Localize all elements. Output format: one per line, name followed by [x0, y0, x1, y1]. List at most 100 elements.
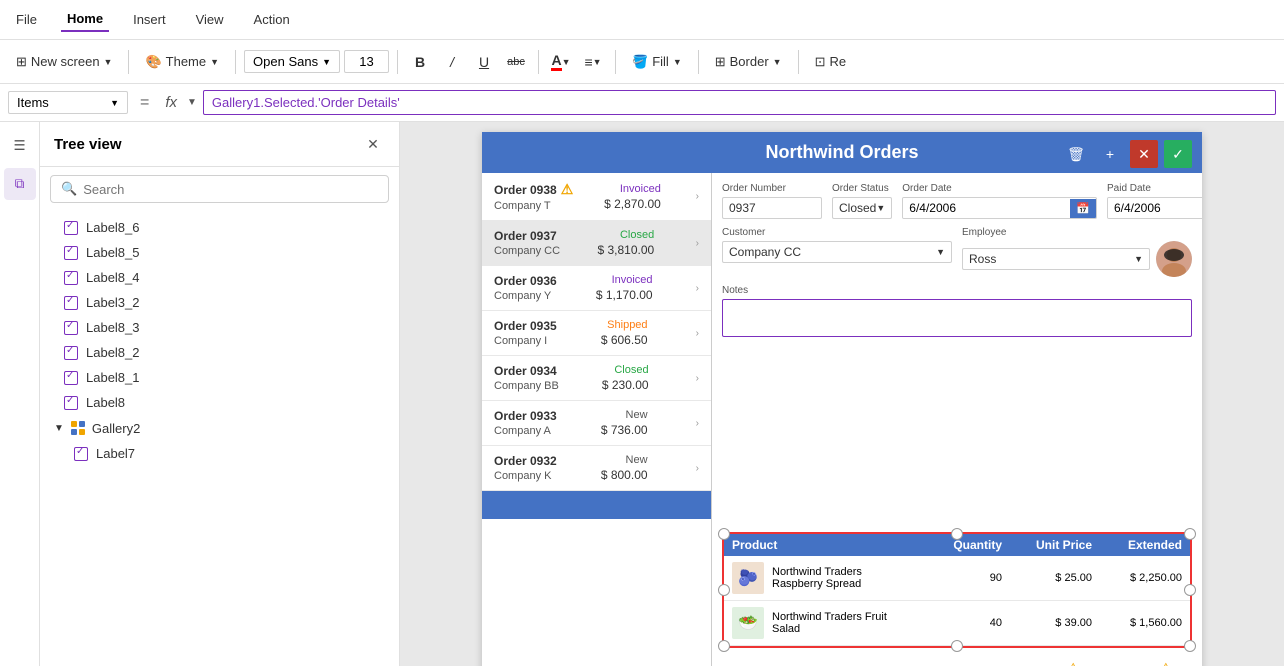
fx-chevron: ▼ [187, 97, 197, 108]
search-input[interactable] [83, 182, 378, 197]
fill-button[interactable]: 🪣 Fill ▼ [624, 50, 690, 74]
paid-date-input[interactable]: 📅 [1107, 197, 1202, 219]
list-item-0936[interactable]: Order 0936 Company Y Invoiced $ 1,170.00… [482, 266, 711, 311]
order-date-input[interactable]: 📅 [902, 197, 1097, 219]
notes-label: Notes [722, 285, 1192, 296]
list-chevron-0935: › [696, 328, 699, 339]
warning-icon-total: ⚠ [1159, 660, 1172, 666]
font-size-input[interactable] [344, 50, 389, 73]
font-color-chevron: ▼ [562, 57, 571, 67]
menu-action[interactable]: Action [248, 8, 296, 31]
label8-3-text: Label8_3 [86, 320, 140, 335]
align-button[interactable]: ≡ ▼ [579, 48, 607, 76]
resize-handle-bl[interactable] [718, 640, 730, 652]
new-screen-button[interactable]: ⊞ New screen ▼ [8, 50, 120, 74]
theme-button[interactable]: 🎨 Theme ▼ [137, 50, 227, 74]
list-amount-0935: $ 606.50 [601, 333, 648, 347]
notes-textarea[interactable] [722, 299, 1192, 337]
italic-button[interactable]: / [438, 48, 466, 76]
sidebar-icons: ☰ ⧉ [0, 122, 40, 666]
resize-handle-br[interactable] [1184, 640, 1196, 652]
app-preview: Northwind Orders 🗑 + ✕ ✓ O [482, 132, 1202, 666]
reorder-label: Re [830, 54, 847, 69]
bold-button[interactable]: B [406, 48, 434, 76]
label8-3-icon [64, 321, 78, 335]
order-product-1: 🥗 Northwind Traders Fruit Salad [732, 607, 912, 639]
list-chevron-0936: › [696, 283, 699, 294]
resize-handle-rm[interactable] [1184, 584, 1196, 596]
label7-icon [74, 447, 88, 461]
label8-5-text: Label8_5 [86, 245, 140, 260]
separator-2 [235, 50, 236, 74]
tree-item-label8[interactable]: Label8 [40, 390, 399, 415]
formula-bar: Items ▼ = fx ▼ [0, 84, 1284, 122]
resize-handle-tl[interactable] [718, 528, 730, 540]
list-amount-0936: $ 1,170.00 [596, 288, 653, 302]
tree-item-label8-4[interactable]: Label8_4 [40, 265, 399, 290]
list-company-0937: Company CC [494, 245, 560, 257]
customer-select[interactable]: Company CC ▼ [722, 241, 952, 263]
order-row-0[interactable]: 🫐 Northwind Traders Raspberry Spread 90 … [724, 556, 1190, 601]
tree-item-label8-2[interactable]: Label8_2 [40, 340, 399, 365]
resize-handle-bm[interactable] [951, 640, 963, 652]
list-item-0937[interactable]: Order 0937 Company CC Closed $ 3,810.00 … [482, 221, 711, 266]
resize-handle-tr[interactable] [1184, 528, 1196, 540]
paid-date-label: Paid Date [1107, 183, 1202, 194]
order-date-value[interactable] [903, 198, 1070, 218]
tree-item-label8-3[interactable]: Label8_3 [40, 315, 399, 340]
list-item-0935[interactable]: Order 0935 Company I Shipped $ 606.50 › [482, 311, 711, 356]
tree-item-label7[interactable]: Label7 [40, 441, 399, 466]
underline-button[interactable]: U [470, 48, 498, 76]
items-dropdown[interactable]: Items ▼ [8, 91, 128, 114]
font-name-dropdown[interactable]: Open Sans ▼ [244, 50, 340, 73]
list-item-0938[interactable]: Order 0938 ⚠ Company T Invoiced $ 2,870.… [482, 173, 711, 221]
items-chevron: ▼ [110, 98, 119, 108]
menu-home[interactable]: Home [61, 7, 109, 32]
border-button[interactable]: ⊞ Border ▼ [707, 50, 790, 74]
menu-insert[interactable]: Insert [127, 8, 172, 31]
tree-item-label3-2[interactable]: Label3_2 [40, 290, 399, 315]
label8-2-text: Label8_2 [86, 345, 140, 360]
employee-select[interactable]: Ross ▼ [962, 248, 1150, 270]
list-order-0935: Order 0935 [494, 319, 557, 333]
trash-button[interactable]: 🗑 [1062, 140, 1090, 168]
tree-close-button[interactable]: ✕ [361, 132, 385, 156]
tree-item-gallery2[interactable]: ▼ Gallery2 [40, 415, 399, 441]
add-button[interactable]: + [1096, 140, 1124, 168]
tree-title: Tree view [54, 136, 122, 153]
menu-view[interactable]: View [190, 8, 230, 31]
list-order-0934: Order 0934 [494, 364, 559, 378]
order-status-select[interactable]: Closed ▼ [832, 197, 892, 219]
list-left-0937: Order 0937 Company CC [494, 229, 560, 257]
tree-header: Tree view ✕ [40, 122, 399, 167]
list-item-0932[interactable]: Order 0932 Company K New $ 800.00 › [482, 446, 711, 491]
col-quantity-header: Quantity [912, 538, 1002, 552]
tree-item-label8-6[interactable]: Label8_6 [40, 215, 399, 240]
reorder-button[interactable]: ⊡ Re [807, 50, 855, 74]
tree-item-label8-1[interactable]: Label8_1 [40, 365, 399, 390]
hamburger-menu-button[interactable]: ☰ [4, 130, 36, 162]
check-button[interactable]: ✓ [1164, 140, 1192, 168]
resize-handle-lm[interactable] [718, 584, 730, 596]
list-item-0934[interactable]: Order 0934 Company BB Closed $ 230.00 › [482, 356, 711, 401]
close-button[interactable]: ✕ [1130, 140, 1158, 168]
order-date-calendar-button[interactable]: 📅 [1070, 199, 1096, 218]
paid-date-value[interactable] [1108, 198, 1202, 218]
font-color-button[interactable]: A ▼ [547, 48, 575, 76]
list-chevron-0934: › [696, 373, 699, 384]
list-amount-0938: $ 2,870.00 [604, 197, 661, 211]
label7-text: Label7 [96, 446, 135, 461]
menu-file[interactable]: File [10, 8, 43, 31]
formula-input[interactable] [203, 90, 1276, 115]
tree-item-label8-5[interactable]: Label8_5 [40, 240, 399, 265]
label8-2-icon [64, 346, 78, 360]
strikethrough-button[interactable]: abc [502, 48, 530, 76]
layers-button[interactable]: ⧉ [4, 168, 36, 200]
new-screen-chevron: ▼ [104, 57, 113, 67]
resize-handle-tm[interactable] [951, 528, 963, 540]
list-item-0933[interactable]: Order 0933 Company A New $ 736.00 › [482, 401, 711, 446]
customer-field: Customer Company CC ▼ [722, 227, 952, 263]
order-number-input[interactable]: 0937 [722, 197, 822, 219]
items-label: Items [17, 95, 49, 110]
list-status-0937: Closed [620, 229, 654, 241]
